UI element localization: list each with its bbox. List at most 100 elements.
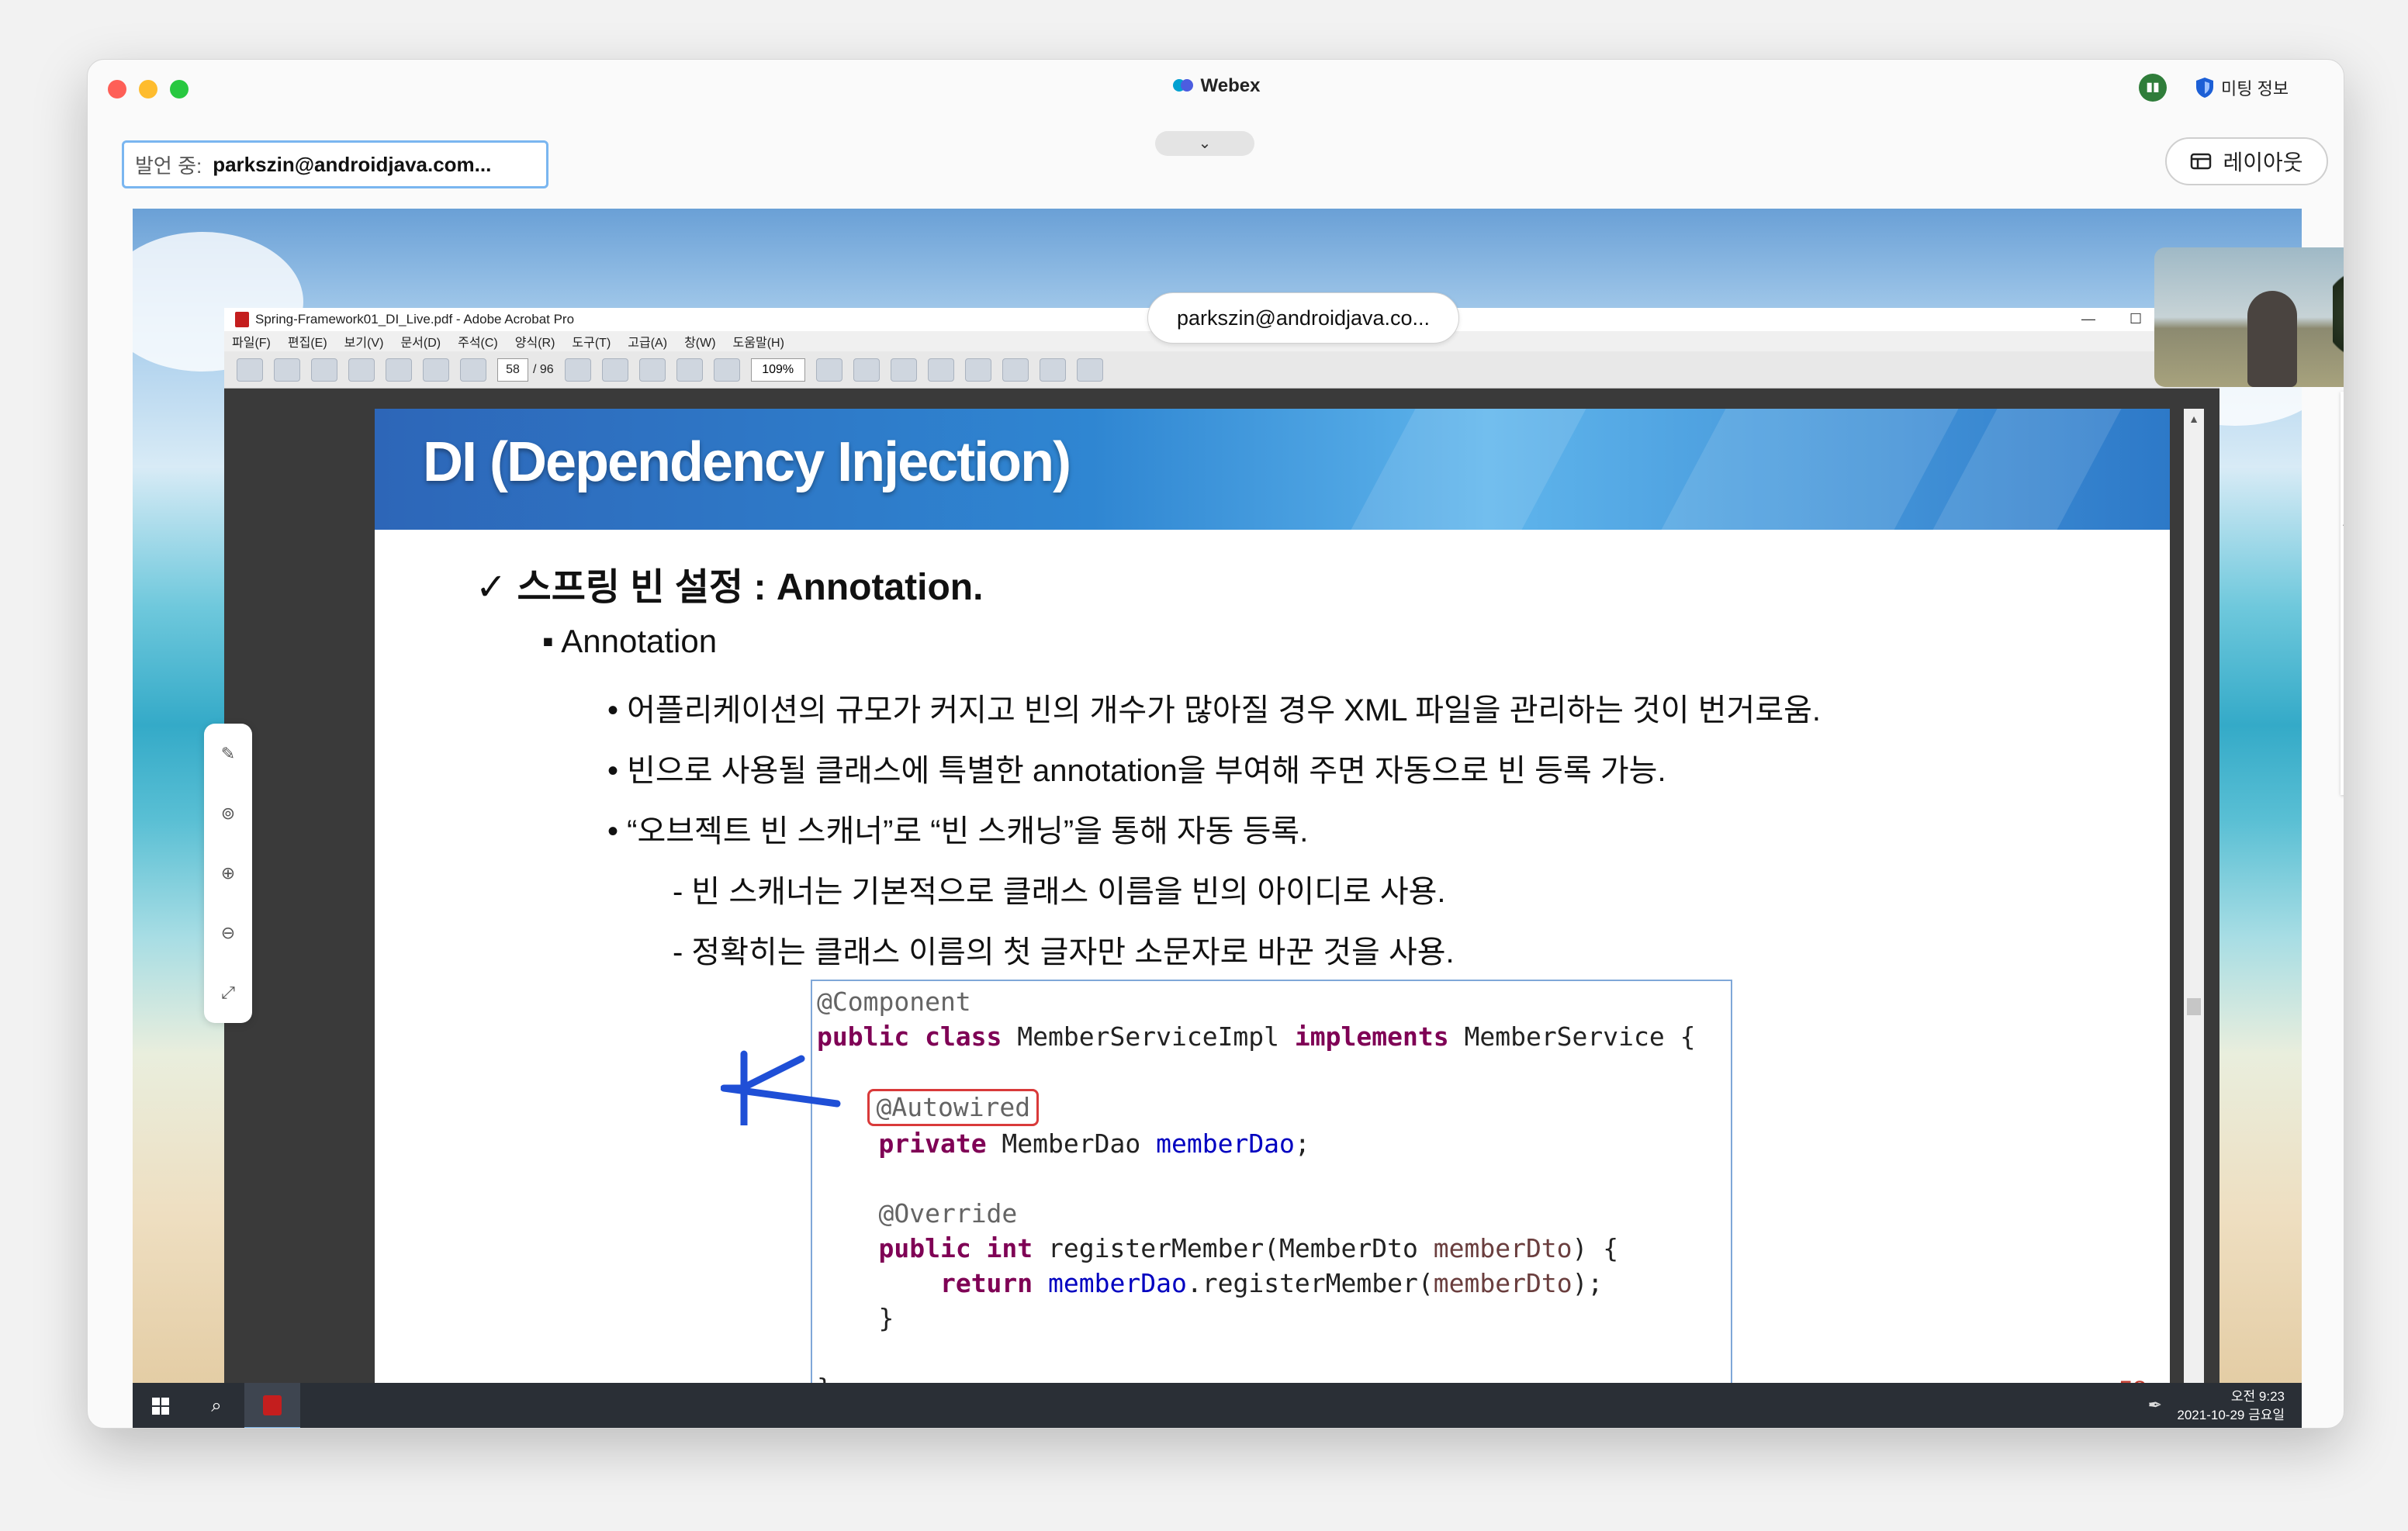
save-icon[interactable] xyxy=(311,358,337,382)
acrobat-title: Spring-Framework01_DI_Live.pdf - Adobe A… xyxy=(255,312,575,327)
page-total: / 96 xyxy=(533,362,554,376)
slide-title: DI (Dependency Injection) xyxy=(423,431,1071,493)
laser-pointer-icon[interactable]: ⊚ xyxy=(221,804,235,824)
fit-screen-icon[interactable]: ⤢ xyxy=(221,983,235,1003)
zoom-select[interactable]: 109% xyxy=(750,358,805,382)
slide-banner: DI (Dependency Injection) xyxy=(375,409,2170,530)
pdf-scrollbar[interactable]: ▲ ▼ xyxy=(2184,409,2204,1417)
zoom-out-icon[interactable]: ⊖ xyxy=(221,923,235,943)
code-arg: memberDto xyxy=(1433,1233,1572,1263)
code-text: MemberDao xyxy=(986,1128,1157,1159)
menu-edit[interactable]: 편집(E) xyxy=(288,332,327,351)
eraser-icon[interactable]: ⌫ xyxy=(2343,518,2344,534)
code-text: ; xyxy=(1294,1128,1310,1159)
page-navigator: 58 / 96 xyxy=(497,358,554,382)
prev-page-icon[interactable] xyxy=(423,358,449,382)
code-field: memberDao xyxy=(1048,1268,1187,1298)
comment-icon[interactable] xyxy=(1076,358,1103,382)
layout-label: 레이아웃 xyxy=(2223,150,2303,175)
network-quality-icon[interactable]: ▮▮ xyxy=(2139,74,2167,102)
pdf-icon xyxy=(235,312,249,327)
sub-bullet-1: - 빈 스캐너는 기본적으로 클래스 이름을 빈의 아이디로 사용. xyxy=(673,875,1446,909)
windows-taskbar: ⌕ ✒ 오전 9:23 2021-10-29 금요일 xyxy=(133,1383,2302,1428)
scroll-up-icon[interactable]: ▲ xyxy=(2184,409,2204,429)
email-icon[interactable] xyxy=(348,358,375,382)
menu-comments[interactable]: 주석(C) xyxy=(458,332,498,351)
code-sample: @Component public class MemberServiceImp… xyxy=(811,980,1732,1411)
sign-icon[interactable] xyxy=(890,358,917,382)
active-speaker-box: 발언 중: parkszin@androidjava.com... xyxy=(122,140,548,188)
collaborate-icon[interactable] xyxy=(386,358,412,382)
clock-date: 2021-10-29 금요일 xyxy=(2177,1408,2285,1422)
windows-start-icon[interactable] xyxy=(133,1383,189,1428)
sub-bullet-2: - 정확히는 클래스 이름의 첫 글자만 소문자로 바꾼 것을 사용. xyxy=(673,935,1455,969)
menu-help[interactable]: 도움말(H) xyxy=(733,332,784,351)
banner-facet xyxy=(1932,409,2122,530)
code-annotation: @Override xyxy=(878,1198,1018,1229)
select-text-icon[interactable] xyxy=(564,358,591,382)
code-text: ); xyxy=(1572,1268,1604,1298)
page-number-input[interactable]: 58 xyxy=(497,358,528,382)
menu-forms[interactable]: 양식(R) xyxy=(515,332,555,351)
participant-silhouette xyxy=(2247,291,2297,387)
code-text: registerMember(MemberDto xyxy=(1033,1233,1434,1263)
maximize-icon[interactable]: ☐ xyxy=(2129,311,2142,327)
pen-tray-icon[interactable]: ✒ xyxy=(2148,1395,2162,1415)
code-keyword: return xyxy=(939,1268,1033,1298)
hand-icon[interactable] xyxy=(601,358,628,382)
banner-facet xyxy=(1661,409,1959,530)
app-title: Webex xyxy=(88,75,2344,97)
chevron-down-icon[interactable]: ⌄ xyxy=(1155,131,1254,156)
meeting-info-label: 미팅 정보 xyxy=(2221,79,2289,98)
active-speaker-label: 발언 중: xyxy=(135,154,202,178)
zoom-in-icon[interactable] xyxy=(713,358,740,382)
slide-subheading: ▪ Annotation xyxy=(542,623,718,659)
code-keyword: private xyxy=(878,1128,987,1159)
autowired-highlight: @Autowired xyxy=(867,1089,1040,1126)
code-keyword: implements xyxy=(1294,1021,1449,1052)
drawing-palette: ➚ ✎ ╲ ▱ • ⌫ 🗑 ▤ ◉ ▦ xyxy=(2341,392,2344,795)
menu-file[interactable]: 파일(F) xyxy=(232,332,271,351)
menu-view[interactable]: 보기(V) xyxy=(344,332,384,351)
bullet-1: • 어플리케이션의 규모가 커지고 빈의 개수가 많아질 경우 XML 파일을 … xyxy=(607,693,1822,727)
pdf-slide: DI (Dependency Injection) ✓ 스프링 빈 설정 : A… xyxy=(375,409,2170,1417)
active-speaker-name: parkszin@androidjava.com... xyxy=(213,152,492,176)
taskbar-clock[interactable]: 오전 9:23 2021-10-29 금요일 xyxy=(2177,1388,2285,1425)
menu-window[interactable]: 창(W) xyxy=(684,332,715,351)
open-folder-icon[interactable] xyxy=(237,358,263,382)
code-field: memberDao xyxy=(1156,1128,1295,1159)
meeting-info-button[interactable]: 미팅 정보 xyxy=(2195,74,2289,102)
share-owner-pill: parkszin@androidjava.co... xyxy=(1147,292,1459,344)
scroll-thumb[interactable] xyxy=(2187,998,2201,1015)
search-icon[interactable]: ⌕ xyxy=(189,1383,244,1428)
layout-button[interactable]: 레이아웃 xyxy=(2165,137,2328,185)
minimize-icon[interactable]: — xyxy=(2081,311,2095,327)
zoom-out-icon[interactable] xyxy=(676,358,703,382)
clock-time: 오전 9:23 xyxy=(2230,1389,2285,1404)
annotation-toolbar: ✎ ⊚ ⊕ ⊖ ⤢ xyxy=(204,724,252,1023)
self-view-video[interactable] xyxy=(2154,247,2344,387)
code-arg: memberDto xyxy=(1433,1268,1572,1298)
next-page-icon[interactable] xyxy=(460,358,486,382)
acrobat-task-icon[interactable] xyxy=(244,1383,300,1428)
form-button-icon[interactable] xyxy=(853,358,880,382)
link-tool-icon[interactable] xyxy=(1039,358,1066,382)
bullet-3: • “오브젝트 빈 스캐너”로 “빈 스캐닝”을 통해 자동 등록. xyxy=(607,814,1309,848)
slide-heading: ✓ 스프링 빈 설정 : Annotation. xyxy=(476,567,984,608)
marquee-zoom-icon[interactable] xyxy=(638,358,666,382)
select-object-icon[interactable] xyxy=(815,358,842,382)
crop-icon[interactable] xyxy=(927,358,954,382)
print-icon[interactable] xyxy=(274,358,300,382)
bullet-2: • 빈으로 사용될 클래스에 특별한 annotation을 부여해 주면 자동… xyxy=(607,754,1666,788)
acrobat-toolbar: 58 / 96 109% xyxy=(224,351,2219,389)
code-text: MemberServiceImpl xyxy=(1002,1021,1295,1052)
zoom-in-icon[interactable]: ⊕ xyxy=(221,863,235,883)
code-keyword: public int xyxy=(878,1233,1033,1263)
text-field-icon[interactable] xyxy=(1002,358,1029,382)
menu-advanced[interactable]: 고급(A) xyxy=(628,332,667,351)
menu-document[interactable]: 문서(D) xyxy=(400,332,441,351)
menu-tools[interactable]: 도구(T) xyxy=(572,332,611,351)
shield-icon xyxy=(2196,78,2213,98)
pen-icon[interactable]: ✎ xyxy=(221,744,235,764)
attach-icon[interactable] xyxy=(964,358,991,382)
